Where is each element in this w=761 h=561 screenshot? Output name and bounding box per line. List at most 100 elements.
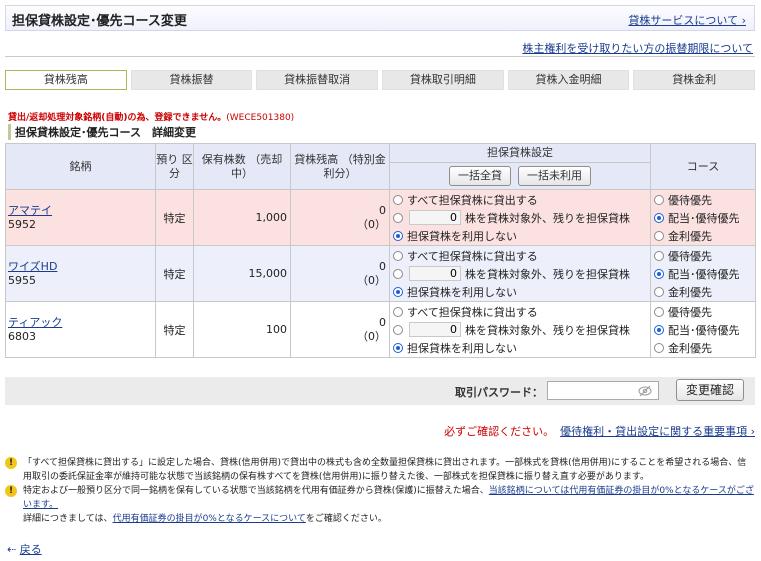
option-partial[interactable]: 株を貸株対象外、残りを担保貸株 — [390, 265, 650, 283]
course-kinri-label: 金利優先 — [668, 285, 712, 299]
radio-partial[interactable] — [393, 212, 403, 223]
course-option[interactable]: 配当･優待優先 — [651, 265, 755, 283]
error-text: 貸出/返却処理対象銘柄(自動)の為、登録できません。 — [8, 113, 227, 123]
bulk-unused-button[interactable]: 一括未利用 — [518, 166, 591, 186]
option-partial-label: 株を貸株対象外、残りを担保貸株 — [465, 267, 630, 281]
course-option[interactable]: 配当･優待優先 — [651, 321, 755, 339]
zero-ratio-case-link[interactable]: 代用有価証券の掛目が0%となるケースについて — [113, 512, 306, 526]
note-item: ! 特定および一般預り区分で同一銘柄を保有している状態で当該銘柄を代用有価証券か… — [5, 484, 755, 512]
radio-course-yutai[interactable] — [654, 250, 664, 261]
radio-course-kinri[interactable] — [654, 286, 664, 297]
note-text: 「すべて担保貸株に貸出する」に設定した場合、貸株(信用併用)で貸出中の株式も含め… — [23, 458, 747, 482]
col-header-name: 銘柄 — [5, 143, 156, 190]
partial-qty-input[interactable] — [409, 322, 461, 337]
lending-service-link[interactable]: 貸株サービスについて › — [628, 12, 746, 28]
option-partial[interactable]: 株を貸株対象外、残りを担保貸株 — [390, 321, 650, 339]
collateral-options: すべて担保貸株に貸出する 株を貸株対象外、残りを担保貸株 担保貸株を利用しない — [389, 245, 651, 302]
holdings-table: 銘柄 預り 区分 保有株数 （売却中） 貸株残高 （特別金利分） 担保貸株設定 … — [5, 143, 756, 358]
stock-link[interactable]: アマテイ — [8, 202, 155, 218]
tab-transfer-cancel[interactable]: 貸株振替取消 — [256, 70, 379, 90]
chevron-right-icon: › — [741, 14, 746, 27]
radio-lend-all[interactable] — [393, 306, 403, 317]
option-partial-label: 株を貸株対象外、残りを担保貸株 — [465, 323, 630, 337]
stock-code: 6803 — [8, 330, 36, 343]
tab-lending-balance[interactable]: 貸株残高 — [5, 70, 127, 90]
option-none[interactable]: 担保貸株を利用しない — [390, 227, 650, 245]
course-haito-label: 配当･優待優先 — [668, 267, 740, 281]
page-header: 担保貸株設定･優先コース変更 貸株サービスについて › — [5, 5, 755, 31]
course-yutai-label: 優待優先 — [668, 193, 712, 207]
option-none-label: 担保貸株を利用しない — [407, 341, 517, 355]
radio-course-kinri[interactable] — [654, 230, 664, 241]
course-option[interactable]: 優待優先 — [651, 191, 755, 209]
confirm-change-button[interactable]: 変更確認 — [676, 379, 745, 401]
lending-service-link-label[interactable]: 貸株サービスについて — [628, 14, 738, 27]
important-matters-label[interactable]: 優待権利・貸出設定に関する重要事項 — [560, 425, 747, 438]
radio-none[interactable] — [393, 286, 403, 297]
warning-icon: ! — [5, 485, 17, 497]
course-option[interactable]: 金利優先 — [651, 283, 755, 301]
course-option[interactable]: 優待優先 — [651, 247, 755, 265]
back-link[interactable]: 戻る — [20, 543, 42, 556]
transfer-deadline-link[interactable]: 株主権利を受け取りたい方の振替期限について — [522, 40, 753, 56]
lend-special: （0） — [357, 329, 386, 343]
option-lend-all[interactable]: すべて担保貸株に貸出する — [390, 191, 650, 209]
radio-course-kinri[interactable] — [654, 342, 664, 353]
lend-special: （0） — [357, 217, 386, 231]
stock-name-cell: ティアック 6803 — [5, 301, 156, 358]
course-option[interactable]: 金利優先 — [651, 339, 755, 357]
option-lend-all[interactable]: すべて担保貸株に貸出する — [390, 247, 650, 265]
tab-lending-deposits[interactable]: 貸株入金明細 — [507, 70, 630, 90]
radio-course-yutai[interactable] — [654, 194, 664, 205]
stock-link[interactable]: ティアック — [8, 314, 155, 330]
important-matters-link[interactable]: 優待権利・貸出設定に関する重要事項 › — [560, 425, 755, 438]
course-kinri-label: 金利優先 — [668, 341, 712, 355]
radio-none[interactable] — [393, 342, 403, 353]
radio-lend-all[interactable] — [393, 194, 403, 205]
notice-warning-text: 必ずご確認ください。 — [444, 425, 555, 438]
option-none[interactable]: 担保貸株を利用しない — [390, 283, 650, 301]
holding-qty: 15,000 — [193, 245, 291, 302]
radio-partial[interactable] — [393, 324, 403, 335]
bulk-lend-all-button[interactable]: 一括全貸 — [449, 166, 511, 186]
col-header-course: コース — [650, 143, 756, 190]
lend-qty: 0 — [379, 259, 386, 273]
col-header-collateral: 担保貸株設定 — [389, 143, 651, 163]
course-option[interactable]: 配当･優待優先 — [651, 209, 755, 227]
radio-course-haito[interactable] — [654, 268, 664, 279]
account-type: 特定 — [155, 245, 194, 302]
notes-section: ! 「すべて担保貸株に貸出する」に設定した場合、貸株(信用併用)で貸出中の株式も… — [5, 456, 755, 526]
note-text-wrap: 特定および一般預り区分で同一銘柄を保有している状態で当該銘柄を代用有価証券から貸… — [23, 484, 755, 512]
radio-course-haito[interactable] — [654, 324, 664, 335]
option-partial[interactable]: 株を貸株対象外、残りを担保貸株 — [390, 209, 650, 227]
radio-none[interactable] — [393, 230, 403, 241]
course-yutai-label: 優待優先 — [668, 249, 712, 263]
option-lend-all[interactable]: すべて担保貸株に貸出する — [390, 303, 650, 321]
radio-lend-all[interactable] — [393, 250, 403, 261]
radio-course-haito[interactable] — [654, 212, 664, 223]
course-option[interactable]: 金利優先 — [651, 227, 755, 245]
holding-qty: 100 — [193, 301, 291, 358]
note-text: 特定および一般預り区分で同一銘柄を保有している状態で当該銘柄を代用有価証券から貸… — [23, 486, 489, 496]
page-title: 担保貸株設定･優先コース変更 — [12, 14, 187, 29]
radio-course-yutai[interactable] — [654, 306, 664, 317]
stock-code: 5955 — [8, 274, 36, 287]
partial-qty-input[interactable] — [409, 266, 461, 281]
option-none[interactable]: 担保貸株を利用しない — [390, 339, 650, 357]
eye-off-icon[interactable] — [638, 384, 652, 398]
course-option[interactable]: 優待優先 — [651, 303, 755, 321]
course-yutai-label: 優待優先 — [668, 305, 712, 319]
lend-balance: 0 （0） — [290, 301, 390, 358]
note-text: 詳細につきましては、 — [23, 514, 113, 524]
password-input[interactable] — [547, 381, 659, 400]
tab-lending-transactions[interactable]: 貸株取引明細 — [382, 70, 504, 90]
tab-lending-rates[interactable]: 貸株金利 — [633, 70, 756, 90]
holding-qty: 1,000 — [193, 189, 291, 246]
tab-lending-transfer[interactable]: 貸株振替 — [130, 70, 253, 90]
partial-qty-input[interactable] — [409, 210, 461, 225]
radio-partial[interactable] — [393, 268, 403, 279]
lend-qty: 0 — [379, 315, 386, 329]
stock-link[interactable]: ワイズHD — [8, 258, 155, 274]
warning-icon: ! — [5, 457, 17, 469]
option-none-label: 担保貸株を利用しない — [407, 285, 517, 299]
